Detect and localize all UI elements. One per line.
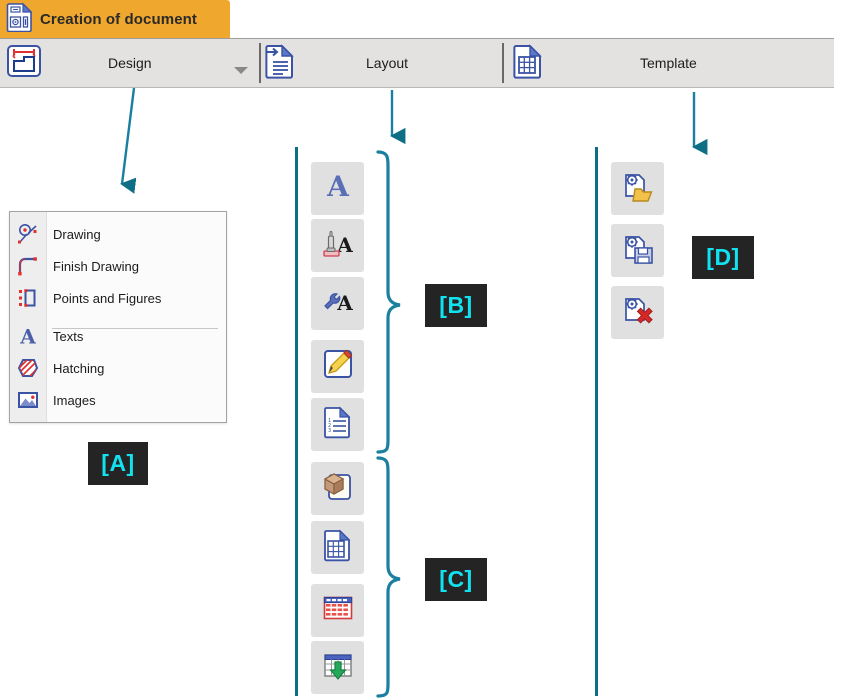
- button-template-save[interactable]: [611, 224, 664, 277]
- arrow-design: [122, 88, 134, 184]
- button-table-document[interactable]: [311, 521, 364, 574]
- tab-creation-of-document[interactable]: Creation of document: [0, 0, 230, 38]
- menu-item-label: Finish Drawing: [53, 259, 139, 274]
- menu-item-images[interactable]: Images: [10, 384, 226, 416]
- ribbon-group-template[interactable]: Template: [506, 39, 826, 87]
- list-document-icon: 123: [321, 405, 355, 444]
- chevron-down-icon[interactable]: [234, 67, 248, 74]
- button-note-edit[interactable]: [311, 340, 364, 393]
- text-wrench-icon: A: [321, 284, 355, 323]
- divider-line-layout: [295, 147, 298, 696]
- design-dropdown-menu[interactable]: Drawing Finish Drawing: [9, 211, 227, 423]
- button-text-settings[interactable]: A: [311, 277, 364, 330]
- brace-b: [378, 152, 400, 452]
- template-delete-icon: [621, 293, 655, 332]
- menu-item-label: Drawing: [53, 227, 101, 242]
- svg-text:A: A: [19, 325, 36, 347]
- document-settings-icon: [6, 2, 34, 37]
- button-template-open[interactable]: [611, 162, 664, 215]
- svg-text:A: A: [326, 170, 350, 203]
- note-pencil-icon: [321, 347, 355, 386]
- menu-item-hatching[interactable]: Hatching: [10, 352, 226, 384]
- menu-item-label: Texts: [53, 329, 83, 344]
- table-download-icon: [321, 648, 355, 687]
- annotation-label: [D]: [706, 244, 739, 271]
- table-document-icon: [321, 528, 355, 567]
- annotation-d: [D]: [692, 236, 754, 279]
- button-template-delete[interactable]: [611, 286, 664, 339]
- divider-line-template: [595, 147, 598, 696]
- menu-item-finish-drawing[interactable]: Finish Drawing: [10, 250, 226, 282]
- svg-text:3: 3: [328, 428, 331, 434]
- ribbon-separator-2: [502, 43, 504, 83]
- menu-divider: [52, 328, 218, 329]
- text-stamp-icon: A: [321, 226, 355, 265]
- red-table-icon: [321, 591, 355, 630]
- ribbon-label-template: Template: [640, 55, 697, 71]
- 3d-box-document-icon: [321, 469, 355, 508]
- button-3d-box-document[interactable]: [311, 462, 364, 515]
- button-text-a[interactable]: A: [311, 162, 364, 215]
- svg-text:A: A: [336, 291, 353, 315]
- drawing-point-icon: [10, 218, 46, 250]
- document-insert-icon[interactable]: [264, 43, 304, 83]
- text-a-icon: A: [10, 320, 46, 352]
- ribbon-label-design: Design: [108, 55, 152, 71]
- menu-item-label: Points and Figures: [53, 291, 161, 306]
- menu-item-drawing[interactable]: Drawing: [10, 218, 226, 250]
- template-open-icon: [621, 169, 655, 208]
- table-document-icon[interactable]: [512, 43, 552, 83]
- button-list-document[interactable]: 123: [311, 398, 364, 451]
- menu-item-points-and-figures[interactable]: Points and Figures: [10, 282, 226, 314]
- menu-item-texts[interactable]: A Texts: [10, 320, 226, 352]
- annotation-label: [C]: [439, 566, 472, 593]
- annotation-a: [A]: [88, 442, 148, 485]
- finish-drawing-icon: [10, 250, 46, 282]
- annotation-label: [B]: [439, 292, 472, 319]
- brace-c: [378, 458, 400, 696]
- ribbon-bar: Design Layout: [0, 38, 834, 88]
- page-layout-icon[interactable]: [6, 43, 46, 83]
- tab-strip: Creation of document: [0, 0, 852, 38]
- points-figures-icon: [10, 282, 46, 314]
- ribbon-label-layout: Layout: [366, 55, 408, 71]
- text-a-icon: A: [321, 169, 355, 208]
- ribbon-group-design[interactable]: Design: [4, 39, 258, 87]
- annotation-b: [B]: [425, 284, 487, 327]
- menu-item-label: Hatching: [53, 361, 104, 376]
- ribbon-separator-1: [259, 43, 261, 83]
- menu-item-label: Images: [53, 393, 96, 408]
- ribbon-group-layout[interactable]: Layout: [262, 39, 494, 87]
- template-save-icon: [621, 231, 655, 270]
- annotation-c: [C]: [425, 558, 487, 601]
- image-picture-icon: [10, 384, 46, 416]
- annotation-label: [A]: [101, 450, 134, 477]
- button-text-stamp[interactable]: A: [311, 219, 364, 272]
- button-red-table[interactable]: [311, 584, 364, 637]
- hatching-icon: [10, 352, 46, 384]
- tab-label: Creation of document: [40, 11, 197, 28]
- button-table-download[interactable]: [311, 641, 364, 694]
